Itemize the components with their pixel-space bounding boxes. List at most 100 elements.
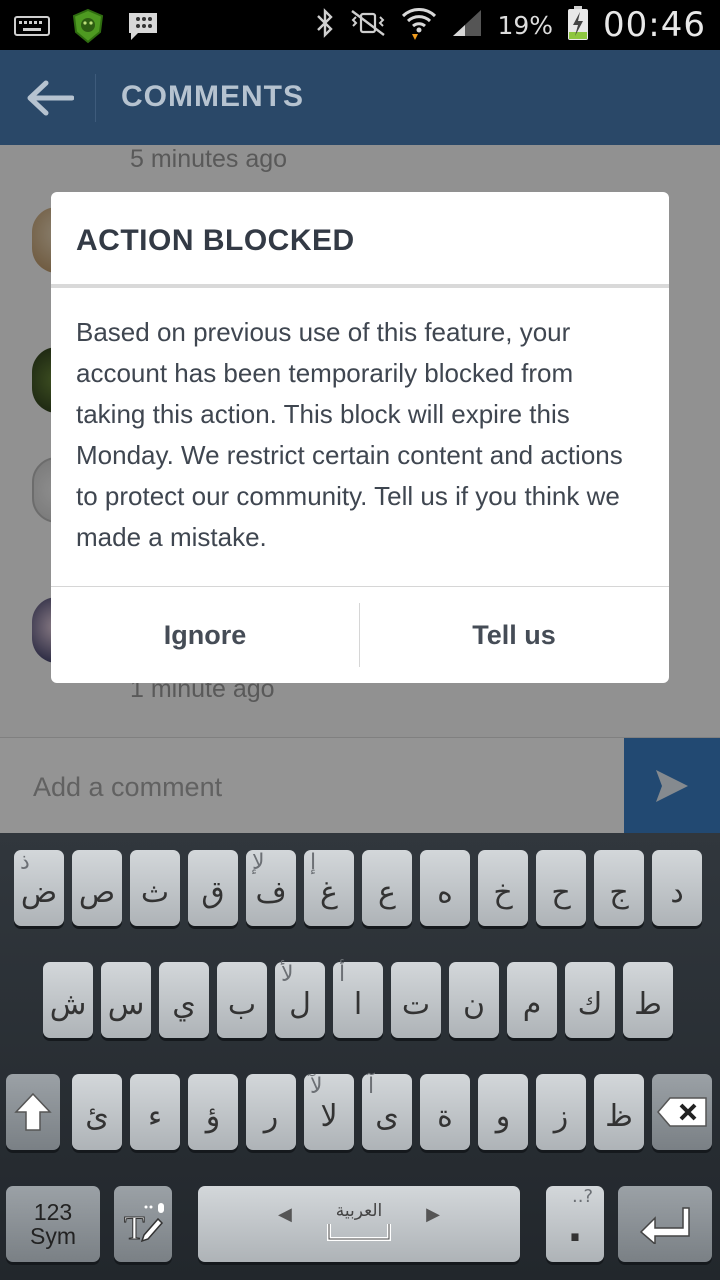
handwriting-key[interactable]: T [114, 1186, 172, 1262]
next-language-icon: ▶ [426, 1204, 440, 1225]
key[interactable]: لأ ل [275, 962, 325, 1038]
key[interactable]: ب [217, 962, 267, 1038]
ignore-button[interactable]: Ignore [51, 587, 359, 683]
language-label: العربية [335, 1201, 383, 1221]
shift-key[interactable] [6, 1074, 60, 1150]
key[interactable]: س [101, 962, 151, 1038]
shield-app-icon [70, 8, 106, 48]
key[interactable]: د [652, 850, 702, 926]
page-title: COMMENTS [121, 80, 304, 113]
bluetooth-icon [315, 7, 335, 43]
period-key-hint: ..? [572, 1186, 593, 1207]
key[interactable]: ؤ [188, 1074, 238, 1150]
key[interactable]: ق [188, 850, 238, 926]
key[interactable]: ظ [594, 1074, 644, 1150]
key-label: غ [320, 874, 338, 910]
key[interactable]: ئ [72, 1074, 122, 1150]
key[interactable]: ص [72, 850, 122, 926]
period-key[interactable]: ..? . [546, 1186, 604, 1262]
key[interactable]: ذض [14, 850, 64, 926]
key-hint-label: آ [368, 1074, 375, 1099]
space-key[interactable]: ◀ ▶ العربية [198, 1186, 520, 1262]
key-label: ا [353, 986, 363, 1022]
prev-language-icon: ◀ [278, 1204, 292, 1225]
key[interactable]: م [507, 962, 557, 1038]
key-label: ظ [605, 1098, 633, 1134]
period-key-label: . [567, 1205, 583, 1251]
key-label: ي [172, 986, 196, 1022]
vibrate-mute-icon [349, 8, 387, 42]
enter-key[interactable] [618, 1186, 712, 1262]
wifi-icon [401, 4, 437, 46]
dialog-divider [51, 284, 669, 288]
key-label: ى [375, 1098, 399, 1134]
key-label: ث [140, 874, 170, 910]
clock: 00:46 [603, 5, 706, 45]
status-bar: 19% 00:46 [0, 0, 720, 50]
key[interactable]: لآ لا [304, 1074, 354, 1150]
key[interactable]: ث [130, 850, 180, 926]
key[interactable]: ه [420, 850, 470, 926]
battery-percent: 19% [497, 10, 554, 40]
key-hint-label: لإ [252, 850, 265, 875]
key-label: ه [437, 874, 453, 910]
key-label: ح [551, 874, 571, 910]
key[interactable]: ج [594, 850, 644, 926]
key-label: ر [263, 1098, 279, 1134]
action-blocked-dialog: ACTION BLOCKED Based on previous use of … [51, 192, 669, 683]
key-label: ؤ [205, 1098, 221, 1134]
key-label: ك [577, 986, 603, 1022]
key[interactable]: ر [246, 1074, 296, 1150]
battery-charging-icon [567, 5, 589, 45]
space-bar-icon [327, 1224, 391, 1241]
handwriting-mic-icon: T [124, 1203, 164, 1247]
key-label: ل [289, 986, 311, 1022]
signal-icon [451, 8, 483, 42]
soft-keyboard: ذض ص ث ق لإ ف إغ ع ه خ ح ج د ش س ي ب لأ ل … [0, 833, 720, 1280]
key-hint-label: أ [339, 962, 346, 987]
key[interactable]: لإ ف [246, 850, 296, 926]
backspace-icon [657, 1097, 707, 1127]
dialog-title: ACTION BLOCKED [76, 224, 355, 257]
key-label: ة [437, 1098, 453, 1134]
key[interactable]: ء [130, 1074, 180, 1150]
key[interactable]: ي [159, 962, 209, 1038]
key-label: س [107, 986, 145, 1022]
key-label: ض [20, 874, 58, 910]
tell-us-button[interactable]: Tell us [360, 587, 668, 683]
key-label: ج [609, 874, 629, 910]
key-label: ز [553, 1098, 569, 1134]
symbols-key-label: 123 [33, 1199, 73, 1225]
shift-icon [14, 1092, 52, 1131]
key-label: و [495, 1098, 511, 1134]
symbols-key-label: Sym [30, 1223, 76, 1249]
key-label: ق [201, 874, 225, 910]
back-arrow-icon[interactable] [26, 80, 75, 116]
key[interactable]: ن [449, 962, 499, 1038]
app-screen: 19% 00:46 COMMENTS 5 minutes ago 1 minut… [0, 0, 720, 1280]
keyboard-icon [14, 15, 50, 41]
key[interactable]: ح [536, 850, 586, 926]
key-hint-label: إ [310, 850, 317, 875]
key-label: ص [78, 874, 116, 910]
key[interactable]: و [478, 1074, 528, 1150]
symbols-key[interactable]: 123 Sym [6, 1186, 100, 1262]
key[interactable]: ز [536, 1074, 586, 1150]
backspace-key[interactable] [652, 1074, 712, 1150]
key[interactable]: ت [391, 962, 441, 1038]
key[interactable]: ط [623, 962, 673, 1038]
key[interactable]: ة [420, 1074, 470, 1150]
key-label: ط [634, 986, 662, 1022]
key[interactable]: إغ [304, 850, 354, 926]
key-label: ع [378, 874, 396, 910]
enter-icon [639, 1207, 690, 1244]
key-label: ف [255, 874, 287, 910]
key[interactable]: ك [565, 962, 615, 1038]
key[interactable]: أا [333, 962, 383, 1038]
key[interactable]: ش [43, 962, 93, 1038]
key[interactable]: خ [478, 850, 528, 926]
key[interactable]: ع [362, 850, 412, 926]
key-label: خ [493, 874, 513, 910]
key[interactable]: آى [362, 1074, 412, 1150]
key-label: ب [227, 986, 257, 1022]
